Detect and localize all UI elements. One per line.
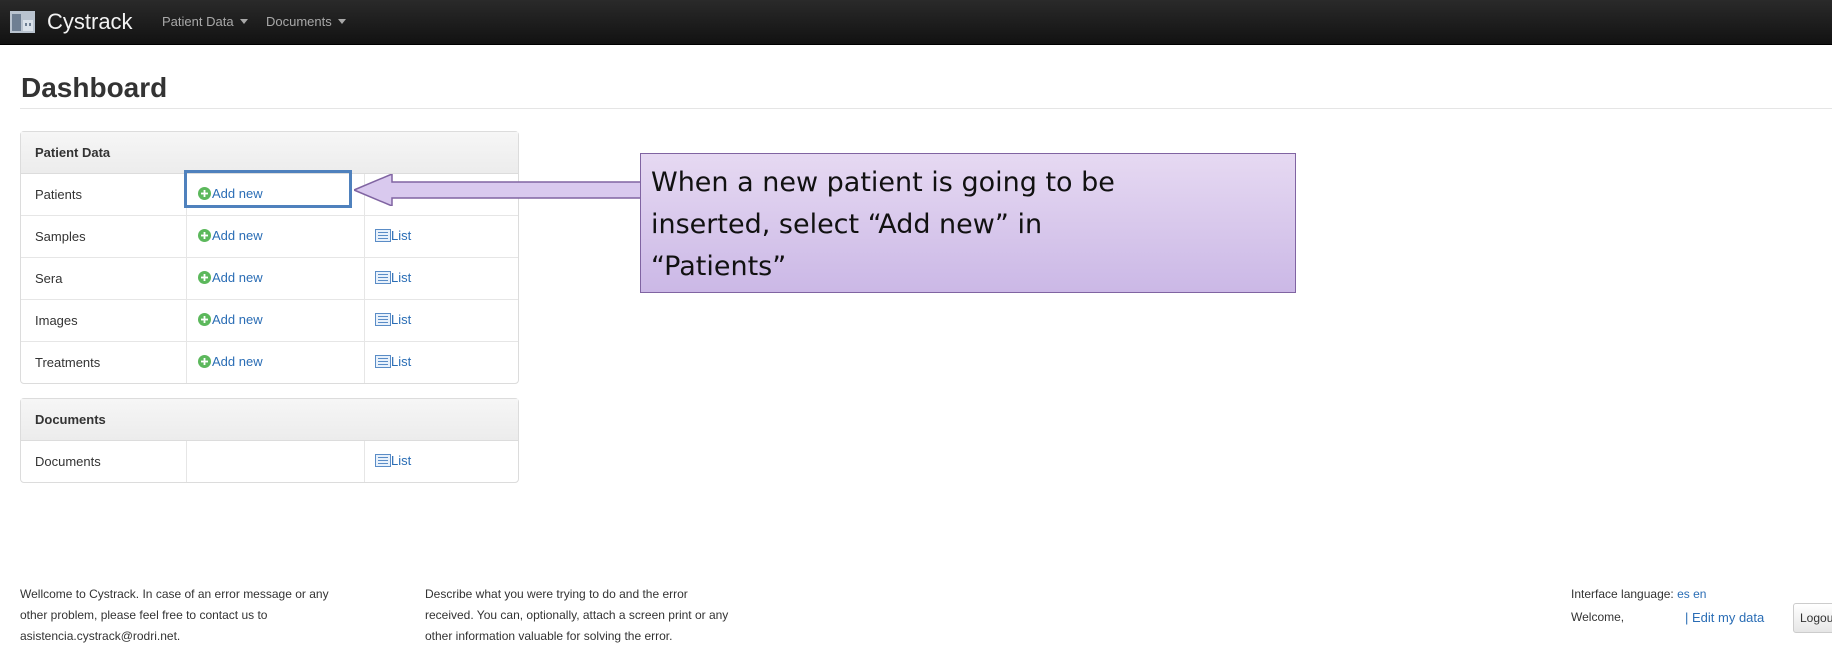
documents-panel: Documents Documents List (20, 398, 519, 483)
list-icon (375, 313, 391, 326)
add-cell: Add new (186, 215, 364, 257)
edit-my-data-link[interactable]: | Edit my data (1685, 607, 1764, 629)
row-label: Patients (35, 187, 82, 202)
list-samples-link[interactable]: List (375, 228, 411, 243)
callout-line: inserted, select “Add new” in (651, 209, 1043, 240)
add-cell (186, 441, 364, 482)
describe-error-text: Describe what you were trying to do and … (425, 584, 728, 647)
list-icon (375, 271, 391, 284)
highlight-box (184, 170, 352, 208)
panel-header: Documents (21, 399, 518, 441)
footer-line: other information valuable for solving t… (425, 629, 673, 643)
footer-line: received. You can, optionally, attach a … (425, 608, 729, 622)
table-row: Images Add new List (21, 299, 518, 341)
contact-text: Wellcome to Cystrack. In case of an erro… (20, 584, 329, 647)
edit-link-label: | Edit my data (1685, 610, 1765, 625)
list-images-link[interactable]: List (375, 312, 411, 327)
add-new-treatment-link[interactable]: Add new (198, 354, 263, 369)
table-row: Sera Add new List (21, 257, 518, 299)
plus-circle-icon (198, 313, 211, 326)
add-cell: Add new (186, 257, 364, 299)
add-new-image-link[interactable]: Add new (198, 312, 263, 327)
menu-label: Patient Data (162, 14, 234, 29)
list-icon (375, 355, 391, 368)
table-row: Samples Add new List (21, 215, 518, 257)
row-label: Treatments (21, 341, 186, 383)
add-label: Add new (212, 270, 263, 285)
table-row: Treatments Add new List (21, 341, 518, 383)
language-en-link[interactable]: en (1693, 587, 1706, 601)
list-cell: List (364, 299, 518, 341)
row-label: Documents (35, 454, 101, 469)
footer-line: Wellcome to Cystrack. In case of an erro… (20, 587, 329, 601)
page-title: Dashboard (21, 72, 168, 103)
list-icon (375, 454, 391, 467)
language-label: Interface language: (1571, 587, 1674, 601)
language-selector: Interface language: es en (1571, 584, 1706, 605)
footer-line: other problem, please feel free to conta… (20, 608, 268, 622)
list-label: List (391, 354, 412, 369)
add-new-sample-link[interactable]: Add new (198, 228, 263, 243)
list-treatments-link[interactable]: List (375, 354, 411, 369)
patient-data-panel: Patient Data Patients Add new Samples Ad… (20, 131, 519, 384)
row-label: Samples (21, 215, 186, 257)
list-sera-link[interactable]: List (375, 270, 411, 285)
chevron-down-icon (239, 19, 248, 24)
plus-circle-icon (198, 271, 211, 284)
list-cell: List (364, 341, 518, 383)
building-icon (10, 11, 35, 33)
menu-label: Documents (266, 14, 332, 29)
add-cell: Add new (186, 341, 364, 383)
add-new-sera-link[interactable]: Add new (198, 270, 263, 285)
list-label: List (391, 228, 412, 243)
add-label: Add new (212, 312, 263, 327)
list-icon (375, 229, 391, 242)
logout-button[interactable]: Logout (1793, 603, 1832, 633)
footer-line: Describe what you were trying to do and … (425, 587, 688, 601)
list-cell: List (364, 215, 518, 257)
add-cell: Add new (186, 299, 364, 341)
title-divider (20, 108, 1832, 109)
plus-circle-icon (198, 229, 211, 242)
language-es-link[interactable]: es (1677, 587, 1690, 601)
menu-documents[interactable]: Documents (266, 14, 346, 29)
list-label: List (391, 312, 412, 327)
list-label: List (391, 453, 412, 468)
callout-line: “Patients” (651, 251, 787, 282)
add-label: Add new (212, 354, 263, 369)
panel-header: Patient Data (21, 132, 518, 174)
row-label: Images (21, 299, 186, 341)
add-label: Add new (212, 228, 263, 243)
instruction-callout: When a new patient is going to be insert… (640, 153, 1296, 293)
list-cell: List (364, 257, 518, 299)
brand-name: Cystrack (47, 9, 133, 34)
footer-line: asistencia.cystrack@rodri.net. (20, 629, 181, 643)
list-label: List (391, 270, 412, 285)
plus-circle-icon (198, 355, 211, 368)
top-navbar: Cystrack Patient Data Documents (0, 0, 1832, 45)
welcome-text: Welcome, (1571, 610, 1625, 624)
row-label: Sera (21, 257, 186, 299)
callout-line: When a new patient is going to be (651, 167, 1115, 198)
brand[interactable]: Cystrack (10, 7, 133, 37)
menu-patient-data[interactable]: Patient Data (162, 14, 248, 29)
table-row: Documents List (21, 441, 518, 482)
list-cell: List (364, 441, 518, 482)
chevron-down-icon (337, 19, 346, 24)
callout-arrow (354, 174, 642, 206)
list-documents-link[interactable]: List (375, 453, 411, 468)
